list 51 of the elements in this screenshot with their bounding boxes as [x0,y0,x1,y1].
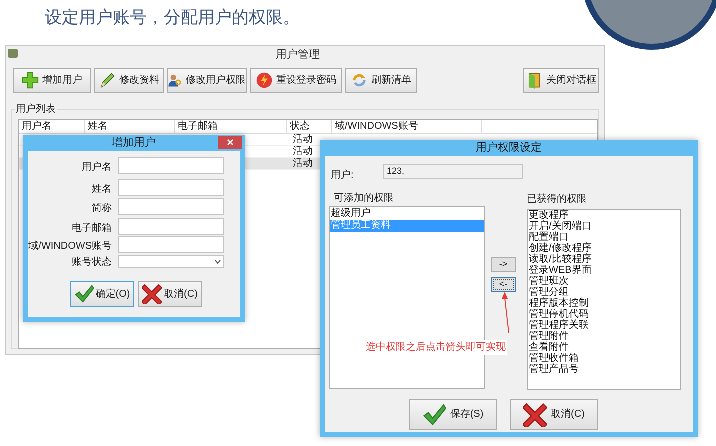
list-item[interactable]: 管理产品号 [529,364,680,375]
annotation-text: 选中权限之后点击箭头即可实现 [365,340,507,355]
toolbar-button[interactable]: 修改用户权限 [167,68,247,93]
column-header[interactable]: 电子邮箱 [175,120,287,133]
arrow-button[interactable]: <- [491,277,516,292]
toolbar-button[interactable]: 刷新清单 [345,68,417,93]
list-item[interactable]: 管理班次 [529,276,680,287]
field-label: 简称 [92,202,112,216]
list-item[interactable]: 管理收件箱 [529,353,680,364]
list-item[interactable]: 超级用户 [330,208,484,220]
list-item[interactable]: 开启/关闭端口 [529,221,680,232]
field-label: 电子邮箱 [72,222,112,236]
column-header[interactable]: 域/WINDOWS账号 [332,120,482,133]
table-cell-text: 活动 [292,134,314,145]
list-item[interactable]: 管理程序关联 [529,320,680,331]
list-item[interactable]: 管理分组 [529,287,680,298]
table-cell-text: 活动 [292,158,314,169]
dialog-title: 用户权限设定 [325,140,693,156]
list-item[interactable]: 配置端口 [529,232,680,243]
column-header[interactable]: 用户名 [19,120,85,133]
toolbar-button[interactable]: 关闭对话框 [523,68,599,93]
list-item[interactable]: 创建/修改程序 [529,243,680,254]
list-item[interactable]: 登录WEB界面 [529,265,680,276]
slide-heading: 设定用户账号，分配用户的权限。 [45,7,300,29]
list-item[interactable]: 查看附件 [529,342,680,353]
dialog-button[interactable]: 取消(C) [510,399,598,430]
list-item[interactable]: 管理停机代码 [529,309,680,320]
list-item[interactable]: 管理附件 [529,331,680,342]
field-label: 账号状态 [72,256,112,270]
list-item[interactable]: 读取/比较程序 [529,254,680,265]
user-field[interactable]: 123, [383,164,523,179]
field-label: 用户名 [82,160,112,175]
dialog-button[interactable]: 确定(O) [70,281,134,307]
dialog-button[interactable]: 保存(S) [409,399,497,430]
list-label: 可添加的权限 [334,192,394,206]
dialog-button[interactable]: 取消(C) [138,281,202,307]
toolbar-button[interactable]: 修改资料 [94,68,164,93]
window-title: 用户管理 [276,48,320,63]
dialog-title: 增加用户 [28,135,240,151]
field-label: 用户: [331,168,354,183]
list-label: 已获得的权限 [527,192,587,207]
toolbar-button[interactable]: 增加用户 [13,68,91,93]
field-label: 姓名 [92,183,112,197]
column-header[interactable]: 状态 [287,120,332,133]
column-header[interactable]: 姓名 [85,120,175,133]
list-item[interactable]: 更改程序 [529,210,680,221]
table-cell-text: 活动 [292,146,314,157]
field-label: 域/WINDOWS账号 [28,240,112,254]
list-item[interactable]: 程序版本控制 [529,298,680,309]
toolbar-button[interactable]: 重设登录密码 [250,68,342,93]
arrow-button[interactable]: -> [491,257,516,272]
